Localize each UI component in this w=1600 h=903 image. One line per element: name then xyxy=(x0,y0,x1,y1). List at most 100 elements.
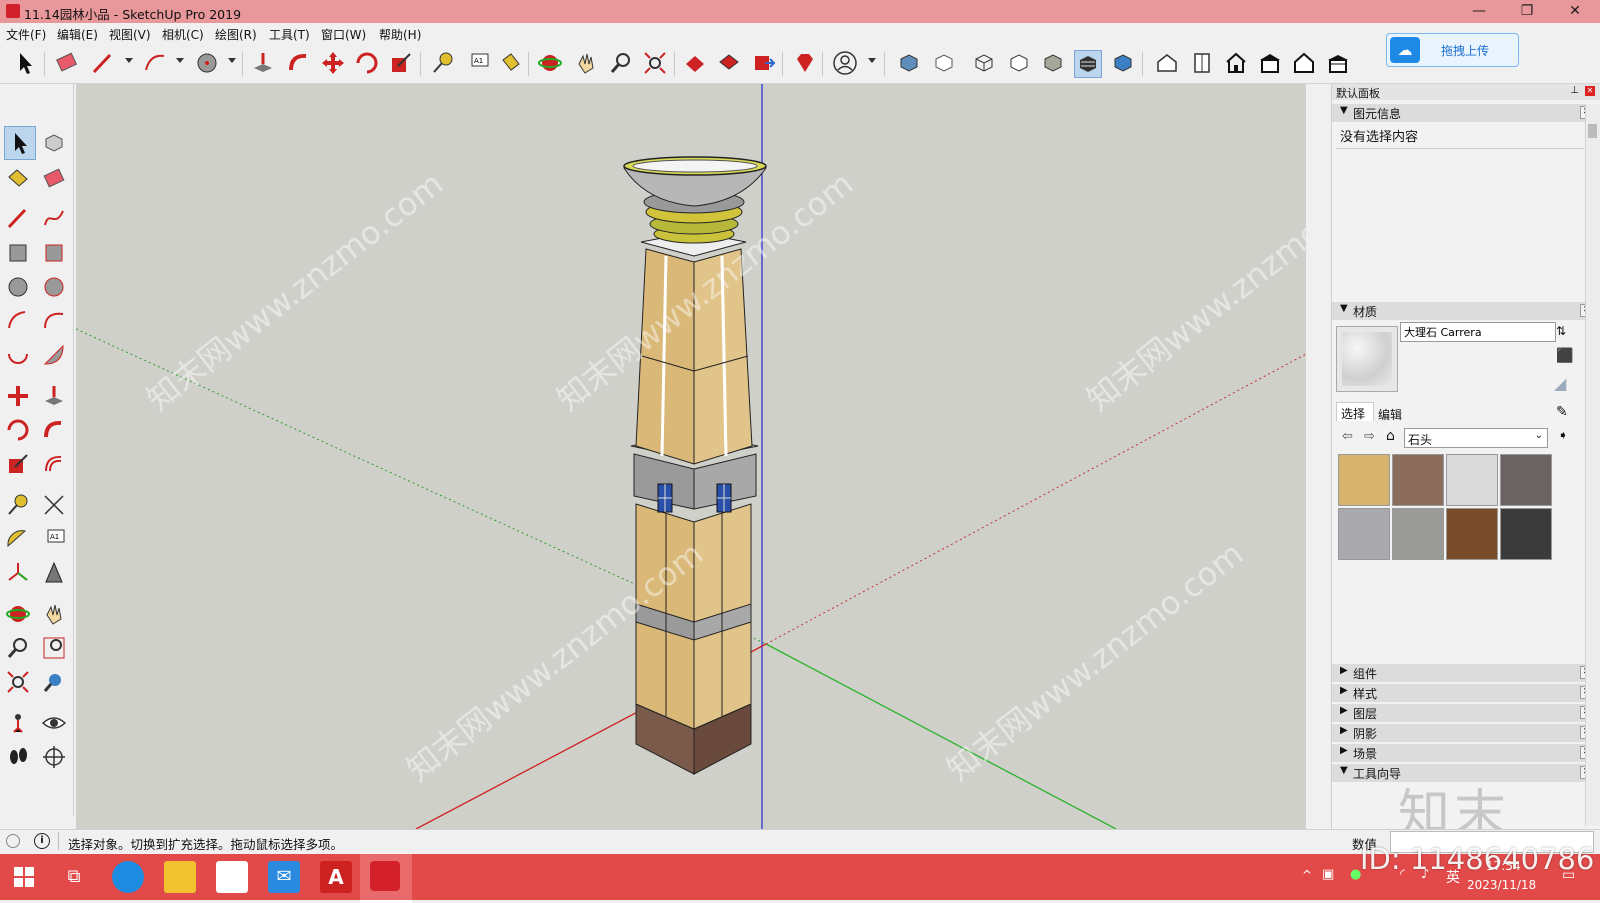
task-view-icon[interactable]: ⧉ xyxy=(58,861,90,893)
details-arrow-icon[interactable]: ➧ xyxy=(1558,428,1568,442)
menu-edit[interactable]: 编辑(E) xyxy=(57,26,98,43)
protractor-icon[interactable] xyxy=(5,526,31,552)
xray-style-icon[interactable] xyxy=(896,50,922,76)
shape-dropdown-icon[interactable] xyxy=(228,58,236,63)
tab-select[interactable]: 选择 xyxy=(1336,402,1374,421)
scale-tool-icon[interactable] xyxy=(388,50,414,76)
tray-close-icon[interactable]: ✕ xyxy=(1585,86,1595,96)
eyedropper-icon[interactable]: ✎ xyxy=(1556,404,1568,420)
right-view-icon[interactable] xyxy=(1257,50,1283,76)
zoom-icon[interactable] xyxy=(608,50,634,76)
line-side-icon[interactable] xyxy=(5,205,31,231)
3d-text-icon[interactable] xyxy=(41,560,67,586)
front-view-icon[interactable] xyxy=(1223,50,1249,76)
edge-browser-icon[interactable] xyxy=(112,861,144,893)
drag-upload-button[interactable]: ☁ 拖拽上传 xyxy=(1386,33,1519,67)
material-library-select[interactable]: 石头 ⌄ xyxy=(1404,428,1548,448)
account-icon[interactable] xyxy=(832,50,858,76)
pan-side-icon[interactable] xyxy=(41,601,67,627)
paint-bucket-side-icon[interactable] xyxy=(5,165,31,191)
two-point-arc-icon[interactable] xyxy=(41,308,67,334)
make-component-icon[interactable] xyxy=(41,130,67,156)
rotated-rectangle-icon[interactable] xyxy=(41,240,67,266)
zoom-extents-side-icon[interactable] xyxy=(5,669,31,695)
start-icon[interactable] xyxy=(14,867,34,887)
section-plane-icon[interactable] xyxy=(41,744,67,770)
menu-draw[interactable]: 绘图(R) xyxy=(215,26,257,43)
pie-icon[interactable] xyxy=(41,342,67,368)
sample-paint-icon[interactable]: ◢ xyxy=(1554,374,1566,393)
ruby-console-icon[interactable] xyxy=(792,50,818,76)
back-view-icon[interactable] xyxy=(1291,50,1317,76)
wireframe-icon[interactable] xyxy=(971,50,997,76)
polygon-icon[interactable] xyxy=(41,274,67,300)
arc-side-icon[interactable] xyxy=(5,308,31,334)
entity-info-header[interactable]: ▼ 图元信息 ✕ xyxy=(1332,104,1600,122)
select-tool-active[interactable] xyxy=(4,126,36,160)
shaded-icon[interactable] xyxy=(1040,50,1066,76)
styles-header[interactable]: ▶样式✕ xyxy=(1332,684,1600,702)
menu-tools[interactable]: 工具(T) xyxy=(269,26,310,43)
material-swatch[interactable] xyxy=(1500,508,1552,560)
zoom-side-icon[interactable] xyxy=(5,635,31,661)
orbit-icon[interactable] xyxy=(537,50,563,76)
look-around-icon[interactable] xyxy=(41,710,67,736)
tab-edit[interactable]: 编辑 xyxy=(1374,404,1410,422)
materials-header[interactable]: ▼ 材质 ✕ xyxy=(1332,302,1600,320)
move-side-icon[interactable] xyxy=(5,383,31,409)
move-tool-icon[interactable] xyxy=(320,50,346,76)
three-point-arc-icon[interactable] xyxy=(5,342,31,368)
arc-dropdown-icon[interactable] xyxy=(176,58,184,63)
left-view-icon[interactable] xyxy=(1325,50,1351,76)
account-dropdown-icon[interactable] xyxy=(868,58,876,63)
home-icon[interactable]: ⌂ xyxy=(1386,428,1395,444)
forward-arrow-icon[interactable]: ⇨ xyxy=(1364,429,1375,444)
pencil-icon[interactable] xyxy=(90,50,116,76)
tray-overflow-icon[interactable]: ^ xyxy=(1302,868,1312,882)
material-swatch[interactable] xyxy=(1392,508,1444,560)
tray-scrollbar[interactable] xyxy=(1585,104,1600,826)
menu-file[interactable]: 文件(F) xyxy=(6,26,46,43)
follow-me-side-icon[interactable] xyxy=(41,417,67,443)
warehouse-icon[interactable] xyxy=(682,50,708,76)
push-pull-icon[interactable] xyxy=(250,50,276,76)
zoom-extents-icon[interactable] xyxy=(642,50,668,76)
paint-bucket-icon[interactable] xyxy=(497,50,523,76)
material-swatch[interactable] xyxy=(1446,454,1498,506)
select-tool-icon[interactable] xyxy=(12,50,38,76)
material-options-icon[interactable]: ⬛ xyxy=(1556,348,1573,364)
pencil-dropdown-icon[interactable] xyxy=(125,58,133,63)
tray-app-icon[interactable]: ▣ xyxy=(1322,867,1334,882)
position-camera-icon[interactable] xyxy=(5,710,31,736)
minimize-button[interactable]: — xyxy=(1456,0,1502,23)
hidden-line-icon[interactable] xyxy=(1006,50,1032,76)
menu-window[interactable]: 窗口(W) xyxy=(321,26,366,43)
circle-tool-icon[interactable] xyxy=(194,50,220,76)
pan-hand-icon[interactable] xyxy=(573,50,599,76)
material-swatch[interactable] xyxy=(1500,454,1552,506)
circle-side-icon[interactable] xyxy=(5,274,31,300)
text-tool-icon[interactable]: A1 xyxy=(465,50,491,76)
follow-me-icon[interactable] xyxy=(286,50,312,76)
mail-icon[interactable]: ✉ xyxy=(268,861,300,893)
previous-view-icon[interactable] xyxy=(41,669,67,695)
layers-header[interactable]: ▶图层✕ xyxy=(1332,704,1600,722)
file-explorer-icon[interactable] xyxy=(164,861,196,893)
back-arrow-icon[interactable]: ⇦ xyxy=(1342,429,1353,444)
tape-side-icon[interactable] xyxy=(5,492,31,518)
store-icon[interactable] xyxy=(216,861,248,893)
restore-button[interactable]: ❐ xyxy=(1504,0,1550,23)
iso-view-icon[interactable] xyxy=(1154,50,1180,76)
autocad-icon[interactable]: A xyxy=(320,861,352,893)
monochrome-icon[interactable] xyxy=(1110,50,1136,76)
shadows-header[interactable]: ▶阴影✕ xyxy=(1332,724,1600,742)
extension-warehouse-icon[interactable] xyxy=(751,50,777,76)
scenes-header[interactable]: ▶场景✕ xyxy=(1332,744,1600,762)
menu-help[interactable]: 帮助(H) xyxy=(379,26,421,43)
share-model-icon[interactable] xyxy=(716,50,742,76)
walk-icon[interactable] xyxy=(5,744,31,770)
arc-tool-icon[interactable] xyxy=(142,50,168,76)
close-button[interactable]: ✕ xyxy=(1552,0,1598,23)
clock-date[interactable]: 2023/11/18 xyxy=(1467,878,1536,892)
offset-icon[interactable] xyxy=(41,451,67,477)
